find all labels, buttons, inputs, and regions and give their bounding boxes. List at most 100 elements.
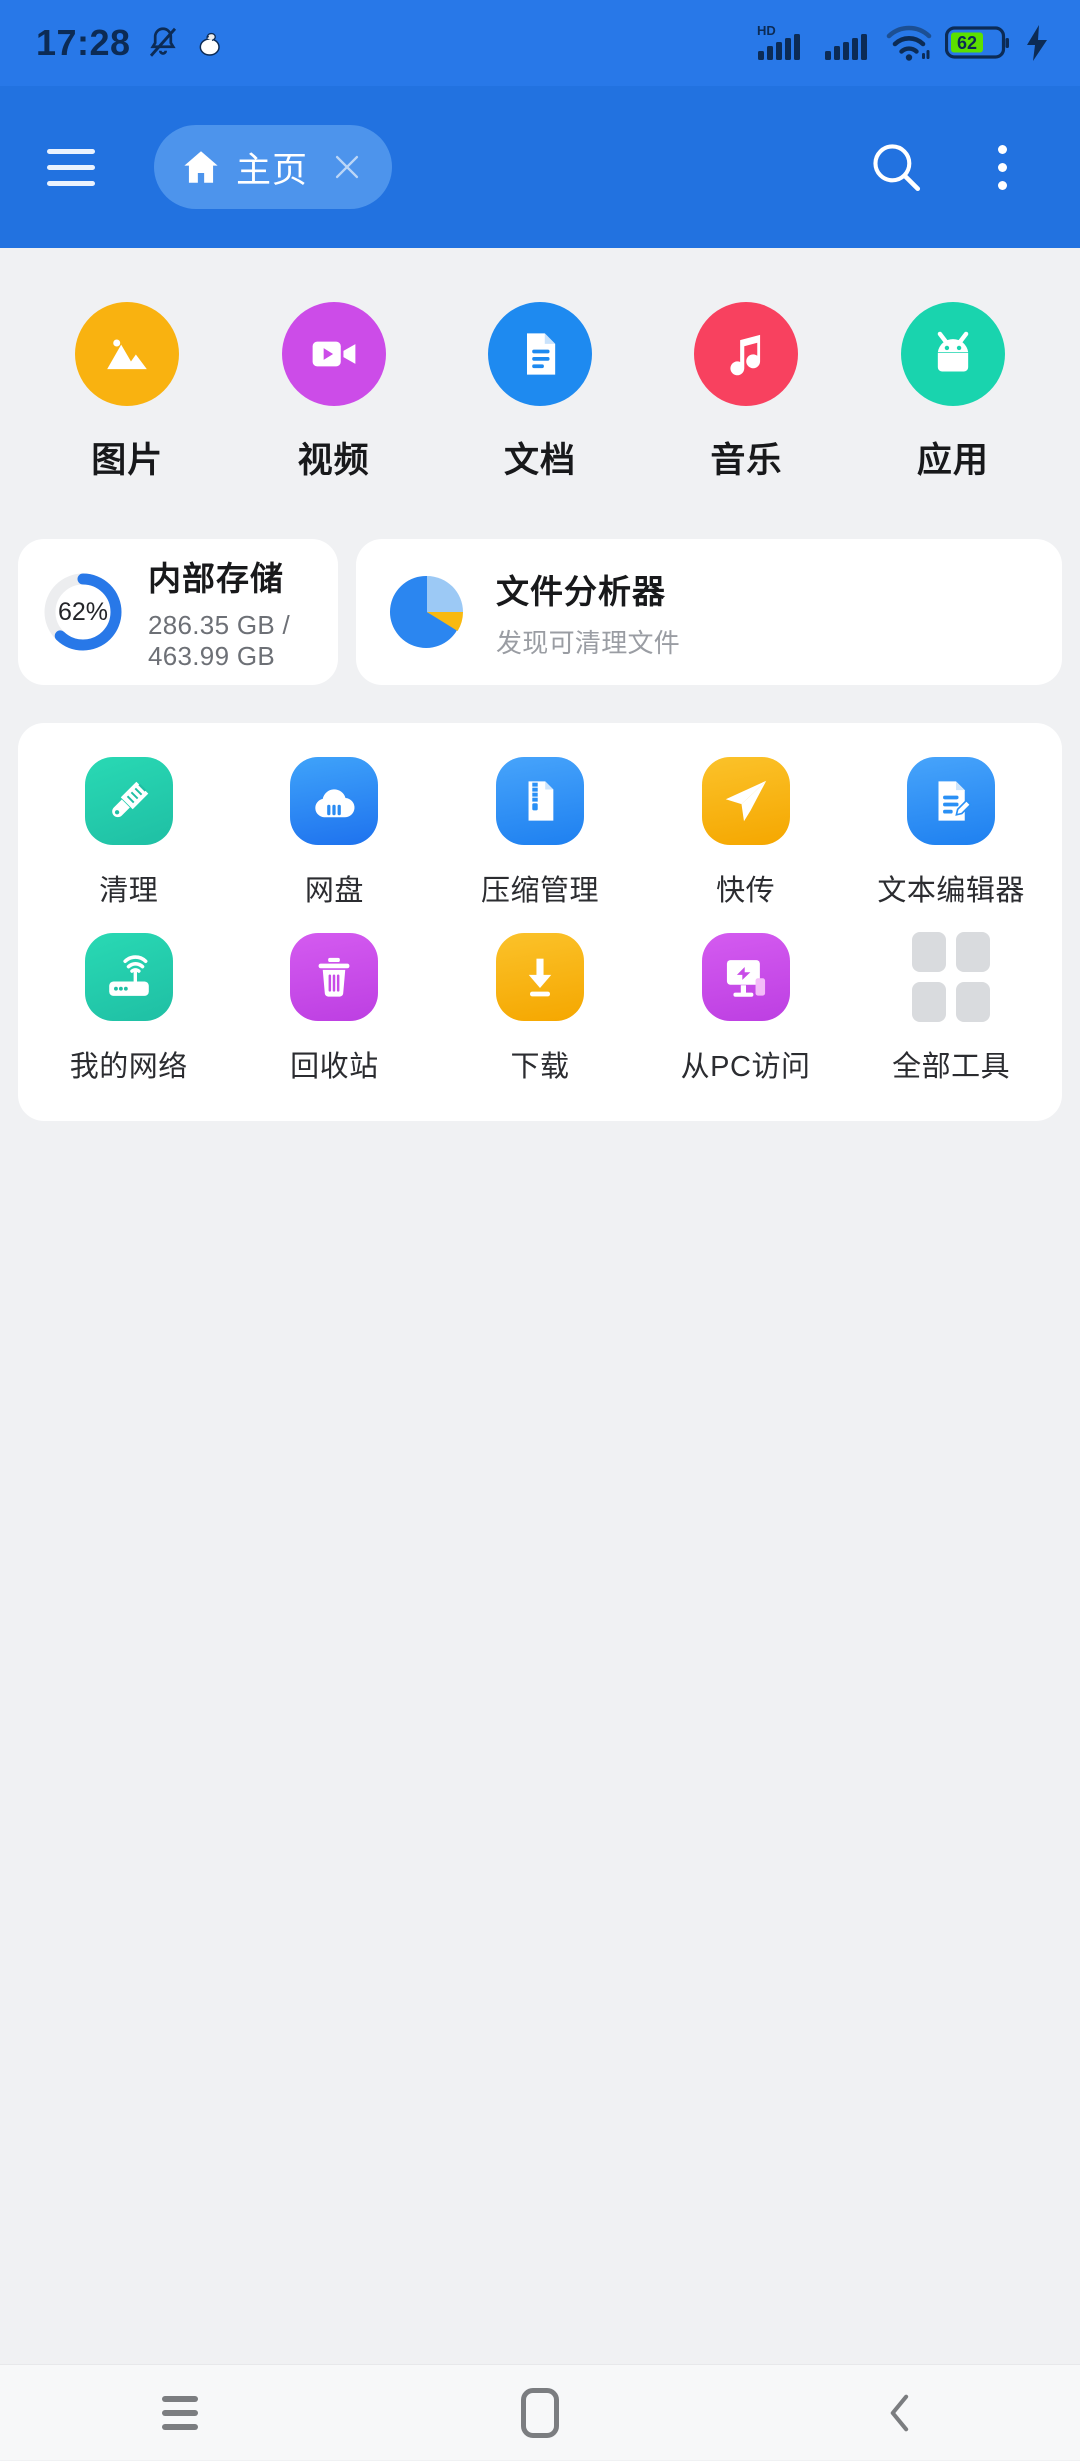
document-icon — [488, 302, 592, 406]
recents-icon — [162, 2396, 198, 2430]
storage-text: 内部存储 286.35 GB / 463.99 GB — [148, 552, 338, 672]
overflow-dot — [998, 145, 1007, 154]
status-time: 17:28 — [36, 25, 131, 61]
file-analyzer-card[interactable]: 文件分析器 发现可清理文件 — [356, 539, 1062, 685]
category-item-apps[interactable]: 应用 — [850, 302, 1056, 483]
recents-bar — [162, 2410, 198, 2416]
tool-item-quick-transfer[interactable]: 快传 — [643, 757, 849, 909]
pie-chart-icon — [384, 569, 470, 655]
pc-access-icon — [702, 933, 790, 1021]
tools-row: 我的网络 回收站 下载 — [26, 933, 1054, 1085]
tool-label: 网盘 — [305, 867, 364, 909]
category-item-videos[interactable]: 视频 — [230, 302, 436, 483]
zip-file-icon — [496, 757, 584, 845]
tool-label: 快传 — [716, 867, 775, 909]
drawer-menu-button[interactable] — [34, 130, 108, 204]
system-navigation-bar — [0, 2364, 1080, 2460]
tool-label: 我的网络 — [70, 1043, 188, 1085]
back-icon — [877, 2390, 923, 2436]
status-bar-right: HD — [756, 0, 1050, 86]
tab-home[interactable]: 主页 — [154, 125, 392, 209]
video-icon — [282, 302, 386, 406]
tool-label: 全部工具 — [892, 1043, 1010, 1085]
search-button[interactable] — [858, 129, 934, 205]
home-icon — [180, 146, 222, 188]
android-icon — [901, 302, 1005, 406]
recents-button[interactable] — [0, 2365, 360, 2461]
hamburger-icon-bar — [47, 149, 95, 154]
tools-card: 清理 网盘 — [18, 723, 1062, 1121]
tools-row: 清理 网盘 — [26, 757, 1054, 909]
storage-usage: 286.35 GB / 463.99 GB — [148, 610, 338, 672]
status-bar-left: 17:28 — [36, 25, 227, 61]
storage-row: 62% 内部存储 286.35 GB / 463.99 GB 文件分析器 发现可… — [0, 483, 1080, 685]
tab-strip: 主页 — [108, 125, 858, 209]
internal-storage-card[interactable]: 62% 内部存储 286.35 GB / 463.99 GB — [18, 539, 338, 685]
close-icon[interactable] — [322, 142, 372, 192]
svg-text:HD: HD — [757, 23, 776, 38]
grid-cell — [912, 982, 946, 1022]
category-item-documents[interactable]: 文档 — [437, 302, 643, 483]
tool-item-archive[interactable]: 压缩管理 — [437, 757, 643, 909]
category-shortcuts: 图片 视频 文档 音乐 — [0, 248, 1080, 483]
home-button[interactable] — [360, 2365, 720, 2461]
tool-item-clean[interactable]: 清理 — [26, 757, 232, 909]
text-editor-icon — [907, 757, 995, 845]
tool-label: 回收站 — [290, 1043, 379, 1085]
grid-cell — [912, 932, 946, 972]
back-button[interactable] — [720, 2365, 1080, 2461]
paper-plane-icon — [702, 757, 790, 845]
cloud-icon — [290, 757, 378, 845]
category-item-images[interactable]: 图片 — [24, 302, 230, 483]
tool-label: 清理 — [99, 867, 158, 909]
category-item-music[interactable]: 音乐 — [643, 302, 849, 483]
download-icon — [496, 933, 584, 1021]
tool-item-text-editor[interactable]: 文本编辑器 — [848, 757, 1054, 909]
grid-cell — [956, 932, 990, 972]
overflow-menu-icon — [998, 145, 1007, 190]
category-label: 图片 — [91, 432, 163, 483]
category-label: 文档 — [504, 432, 576, 483]
storage-donut-chart: 62% — [40, 569, 126, 655]
analyzer-title: 文件分析器 — [496, 565, 680, 613]
router-icon — [85, 933, 173, 1021]
recents-bar — [162, 2396, 198, 2402]
bell-mute-icon — [145, 25, 181, 61]
battery-percent-text: 62 — [957, 33, 977, 53]
category-label: 视频 — [298, 432, 370, 483]
charging-bolt-icon — [1024, 24, 1050, 62]
recents-bar — [162, 2424, 198, 2430]
storage-title: 内部存储 — [148, 552, 338, 600]
overflow-dot — [998, 163, 1007, 172]
hamburger-icon-bar — [47, 181, 95, 186]
tool-item-recycle-bin[interactable]: 回收站 — [232, 933, 438, 1085]
overflow-menu-button[interactable] — [964, 129, 1040, 205]
home-nav-icon — [521, 2388, 559, 2438]
hd-signal-icon: HD — [756, 21, 812, 65]
tab-label: 主页 — [236, 142, 308, 193]
battery-icon: 62 — [945, 25, 1011, 61]
tool-label: 压缩管理 — [481, 867, 599, 909]
search-icon — [867, 138, 925, 196]
analyzer-text: 文件分析器 发现可清理文件 — [496, 565, 680, 660]
app-toolbar: 主页 — [0, 86, 1080, 248]
grid-apps-icon — [907, 933, 995, 1021]
music-icon — [694, 302, 798, 406]
category-label: 应用 — [917, 432, 989, 483]
image-icon — [75, 302, 179, 406]
category-label: 音乐 — [710, 432, 782, 483]
tool-item-cloud[interactable]: 网盘 — [232, 757, 438, 909]
signal-icon — [825, 21, 873, 65]
app-notification-icon — [195, 27, 227, 59]
tool-item-downloads[interactable]: 下载 — [437, 933, 643, 1085]
brush-icon — [85, 757, 173, 845]
trash-icon — [290, 933, 378, 1021]
tool-item-pc-access[interactable]: 从PC访问 — [643, 933, 849, 1085]
tool-label: 从PC访问 — [681, 1043, 811, 1085]
grid-cell — [956, 982, 990, 1022]
tool-item-all-tools[interactable]: 全部工具 — [848, 933, 1054, 1085]
tool-item-my-network[interactable]: 我的网络 — [26, 933, 232, 1085]
status-bar: 17:28 HD — [0, 0, 1080, 86]
wifi-icon — [886, 23, 932, 63]
overflow-dot — [998, 181, 1007, 190]
